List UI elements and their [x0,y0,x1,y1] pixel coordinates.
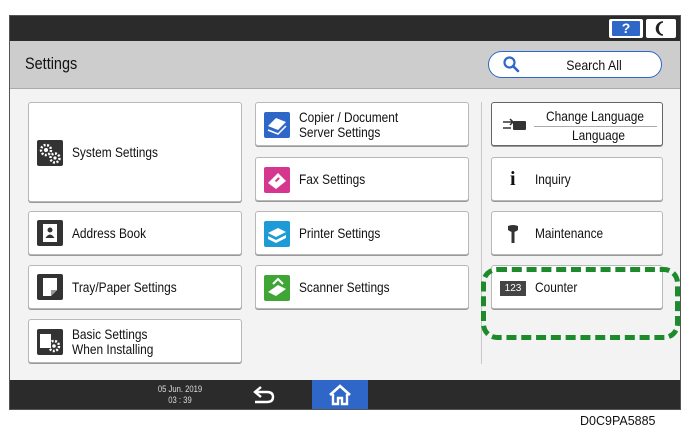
change-language-label: Change Language [546,108,644,124]
back-button[interactable] [243,385,283,407]
page-title: Settings [25,54,78,73]
help-button[interactable]: ? [609,19,643,38]
basic-settings-label-line1: Basic Settings [72,326,148,342]
time-text: 03 : 39 [168,395,192,405]
counter-highlight-marker [481,267,680,340]
printer-settings-tile[interactable]: Printer Settings [255,211,469,255]
copier-icon [264,112,290,138]
basic-settings-when-installing-tile[interactable]: Basic Settings When Installing [28,319,242,363]
fax-settings-label: Fax Settings [299,171,366,187]
current-language-label: Language [572,127,625,143]
copier-label-line2: Server Settings [299,124,381,140]
search-all-label: Search All [566,57,622,73]
scanner-settings-tile[interactable]: Scanner Settings [255,265,469,309]
bottom-bar: 05 Jun. 2019 03 : 39 [10,380,680,409]
home-button[interactable] [312,380,368,409]
installation-gear-icon [37,329,63,355]
tray-paper-settings-tile[interactable]: Tray/Paper Settings [28,265,242,309]
inquiry-tile[interactable]: i Inquiry [491,157,663,201]
address-book-label: Address Book [72,225,147,241]
device-screen: ? Settings Search All System Settings Ad… [9,15,681,410]
copier-document-server-settings-tile[interactable]: Copier / Document Server Settings [255,102,469,146]
date-text: 05 Jun. 2019 [157,384,203,394]
copier-label-line1: Copier / Document [299,109,399,125]
scanner-icon [264,275,290,301]
fax-icon [264,167,290,193]
address-book-icon [37,220,63,246]
tray-paper-settings-label: Tray/Paper Settings [72,279,177,295]
wrench-icon [508,225,518,243]
title-bar: Settings Search All [10,41,680,89]
basic-settings-label-line2: When Installing [72,341,154,357]
top-status-bar: ? [10,16,680,41]
paper-icon [37,274,63,300]
maintenance-tile[interactable]: Maintenance [491,211,663,255]
printer-settings-label: Printer Settings [299,225,381,241]
language-switch-icon [503,118,526,130]
maintenance-label: Maintenance [535,225,604,241]
help-icon: ? [612,21,640,36]
printer-icon [264,221,290,247]
back-arrow-icon [253,386,275,404]
clock-display: 05 Jun. 2019 03 : 39 [155,384,206,406]
system-settings-label: System Settings [72,144,158,160]
address-book-tile[interactable]: Address Book [28,211,242,255]
moon-icon [655,21,664,36]
info-icon: i [510,168,516,190]
energy-saver-button[interactable] [646,19,676,38]
search-all-button[interactable]: Search All [488,51,662,78]
change-language-button[interactable]: Change Language Language [491,102,663,146]
inquiry-label: Inquiry [535,171,571,187]
scanner-settings-label: Scanner Settings [299,279,390,295]
home-icon [329,384,351,406]
gears-icon [37,140,63,166]
fax-settings-tile[interactable]: Fax Settings [255,157,469,201]
search-icon [503,56,520,73]
figure-code: D0C9PA5885 [580,414,656,428]
system-settings-tile[interactable]: System Settings [28,102,242,202]
